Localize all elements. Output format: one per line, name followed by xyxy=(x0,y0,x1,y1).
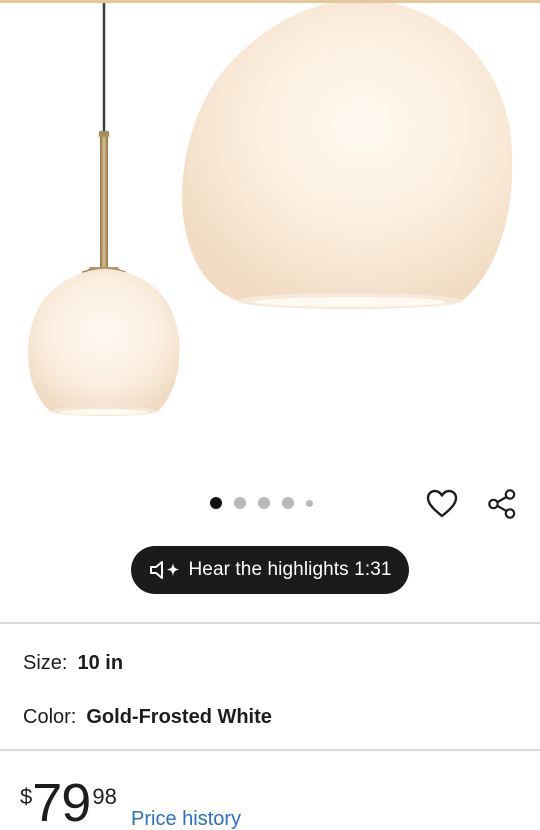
product-image xyxy=(28,3,513,416)
small-globe-shade xyxy=(28,269,180,416)
price-history-link[interactable]: Price history xyxy=(131,808,241,830)
color-label: Color: xyxy=(23,706,77,728)
price-cents: 98 xyxy=(92,784,117,809)
hear-highlights-label: Hear the highlights 1:31 xyxy=(188,559,392,580)
size-row[interactable]: Size: 10 in xyxy=(23,652,123,675)
price-currency: $ xyxy=(20,784,33,809)
carousel-dot[interactable] xyxy=(258,497,270,509)
price: $ 79 98 xyxy=(20,776,117,830)
carousel-indicator[interactable] xyxy=(210,494,313,512)
carousel-dot-active[interactable] xyxy=(210,497,222,509)
share-button[interactable] xyxy=(482,484,522,524)
size-label: Size: xyxy=(23,652,68,674)
section-divider xyxy=(0,622,540,624)
color-row[interactable]: Color: Gold-Frosted White xyxy=(23,706,272,729)
color-value: Gold-Frosted White xyxy=(86,706,272,728)
carousel-dot[interactable] xyxy=(306,499,313,507)
hear-highlights-button[interactable]: Hear the highlights 1:31 xyxy=(131,546,409,594)
carousel-dot[interactable] xyxy=(282,497,294,509)
share-icon xyxy=(488,489,516,519)
section-divider xyxy=(0,749,540,751)
large-globe-shade xyxy=(182,3,513,309)
product-image-gallery[interactable] xyxy=(0,3,540,473)
speaker-sparkle-icon xyxy=(150,561,180,579)
size-value: 10 in xyxy=(77,652,124,674)
price-whole: 79 xyxy=(32,773,91,830)
heart-icon xyxy=(426,489,458,518)
favorite-button[interactable] xyxy=(422,484,462,524)
carousel-dot[interactable] xyxy=(234,497,246,509)
